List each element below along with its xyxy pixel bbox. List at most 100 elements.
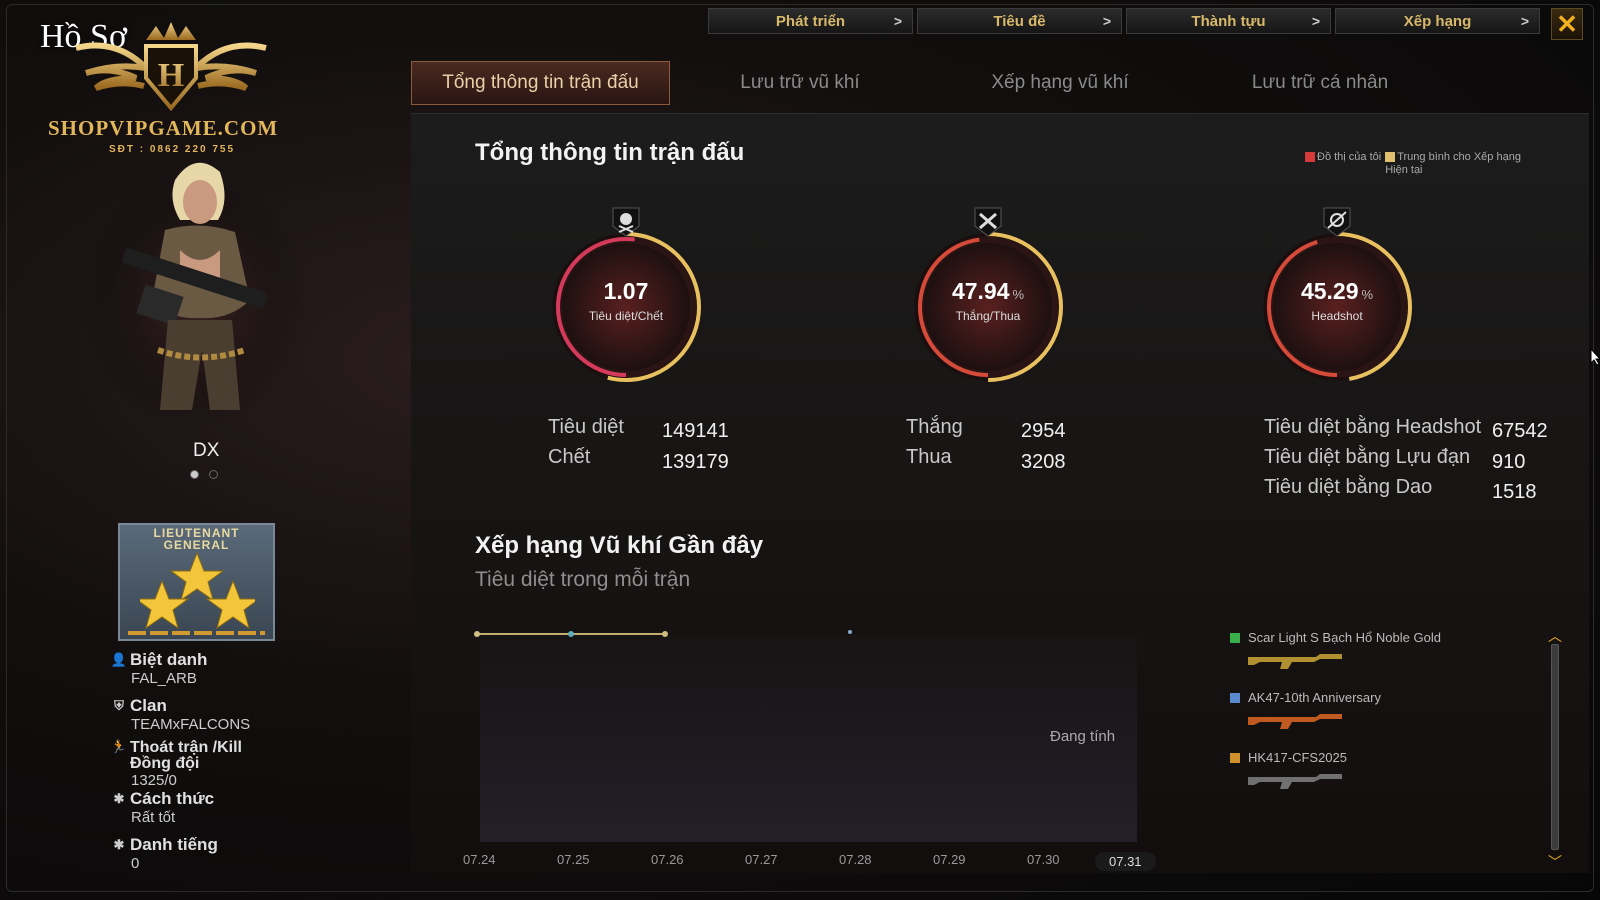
- chart-pending-text: Đang tính: [1050, 728, 1116, 745]
- scroll-up-icon[interactable]: ︿: [1548, 629, 1562, 643]
- quit-value: 1325/0: [131, 772, 177, 789]
- kd-ring-gauge: [551, 232, 701, 382]
- nickname-section: 👤 Biệt danh FAL_ARB: [110, 650, 208, 687]
- close-icon: ✕: [1556, 8, 1578, 39]
- wins-label: Thắng: [906, 416, 963, 438]
- quit-section: 🏃 Thoát trận /Kill Đồng đội 1325/0: [110, 739, 260, 789]
- knife-kills-value: 1518: [1492, 481, 1537, 503]
- rifle-icon: [1248, 714, 1342, 729]
- nav-develop-button[interactable]: Phát triển >: [708, 8, 913, 34]
- tab-personal-storage[interactable]: Lưu trữ cá nhân: [1215, 61, 1425, 105]
- crossed-guns-icon: [974, 207, 1002, 237]
- nickname-label: Biệt danh: [130, 650, 208, 669]
- tab-match-summary[interactable]: Tổng thông tin trận đấu: [411, 61, 670, 105]
- manner-label: Cách thức: [130, 789, 215, 808]
- fame-label: Danh tiếng: [130, 835, 218, 854]
- manner-value: Rất tốt: [131, 809, 176, 826]
- weapon-chart-subtitle: Tiêu diệt trong mỗi trận: [475, 568, 691, 591]
- scroll-down-icon[interactable]: ﹀: [1548, 855, 1562, 869]
- clan-section: ⛨ Clan TEAMxFALCONS: [112, 696, 250, 733]
- kills-value: 149141: [662, 420, 729, 442]
- losses-value: 3208: [1021, 451, 1066, 473]
- pager-dot-active[interactable]: [190, 470, 199, 479]
- nav-label: Tiêu đề: [993, 12, 1046, 30]
- manner-section: ✱ Cách thức Rất tốt: [112, 789, 215, 826]
- clan-label: Clan: [130, 696, 167, 715]
- chevron-right-icon: >: [1520, 13, 1529, 29]
- summary-title: Tổng thông tin trận đấu: [475, 139, 745, 166]
- weapon-color-swatch: [1230, 632, 1240, 643]
- close-button[interactable]: ✕: [1551, 8, 1583, 40]
- rifle-icon: [1248, 774, 1342, 789]
- nav-label: Xếp hạng: [1403, 12, 1472, 30]
- x-tick-label: 07.25: [557, 852, 590, 867]
- legend-swatch-mine: [1305, 152, 1315, 163]
- x-tick-label[interactable]: 07.31: [1095, 852, 1156, 871]
- weapon-item[interactable]: HK417-CFS2025: [1230, 750, 1441, 810]
- running-man-icon: 🏃: [110, 739, 128, 754]
- losses-label: Thua: [906, 446, 952, 468]
- clan-icon: ⛨: [114, 698, 124, 713]
- weapon-chart-area: [480, 634, 1137, 842]
- tab-label: Xếp hạng vũ khí: [991, 72, 1129, 93]
- weapon-item[interactable]: AK47-10th Anniversary: [1230, 690, 1441, 750]
- tab-label: Lưu trữ vũ khí: [740, 72, 860, 93]
- character-pager: [190, 470, 218, 479]
- winrate-ring: 47.94% Thắng/Thua: [903, 207, 1073, 392]
- rank-badge: LIEUTENANT GENERAL: [118, 523, 275, 641]
- weapon-list-scrollbar[interactable]: ︿ ﹀: [1548, 629, 1562, 869]
- x-tick-label: 07.26: [651, 852, 684, 867]
- weapon-chart-title: Xếp hạng Vũ khí Gần đây: [475, 532, 764, 559]
- headshot-unit: %: [1361, 287, 1374, 302]
- weapon-name: Scar Light S Bạch Hổ Noble Gold: [1248, 630, 1441, 645]
- headshot-icon: [1323, 207, 1351, 237]
- tab-label: Lưu trữ cá nhân: [1251, 72, 1389, 93]
- weapon-color-swatch: [1230, 752, 1240, 763]
- fame-section: ✱ Danh tiếng 0: [112, 835, 218, 872]
- chart-legend: Đồ thị của tôi Trung bình cho Xếp hạng H…: [1305, 151, 1530, 177]
- character-portrait: [80, 162, 310, 430]
- headshot-ring-gauge: [1262, 232, 1412, 382]
- kd-value: 1.07: [603, 278, 649, 304]
- x-tick-label: 07.27: [745, 852, 778, 867]
- x-tick-label: 07.30: [1027, 852, 1060, 867]
- weapon-item[interactable]: Scar Light S Bạch Hổ Noble Gold: [1230, 630, 1441, 690]
- weapon-name: HK417-CFS2025: [1248, 750, 1347, 765]
- deaths-value: 139179: [662, 451, 729, 473]
- grenade-kills-value: 910: [1492, 451, 1526, 473]
- clan-value: TEAMxFALCONS: [131, 716, 251, 733]
- weapon-color-swatch: [1230, 692, 1240, 703]
- tab-weapon-ranking[interactable]: Xếp hạng vũ khí: [960, 61, 1160, 105]
- kd-label: Tiêu diệt/Chết: [588, 309, 664, 323]
- mouse-cursor-icon: [1590, 348, 1600, 366]
- nav-label: Phát triển: [775, 12, 846, 30]
- rifle-icon: [1248, 654, 1342, 669]
- winrate-unit: %: [1012, 287, 1025, 302]
- nickname-value: FAL_ARB: [131, 670, 197, 687]
- deaths-label: Chết: [548, 446, 591, 468]
- winrate-value: 47.94: [951, 278, 1010, 304]
- x-tick-label: 07.28: [839, 852, 872, 867]
- tab-weapon-storage[interactable]: Lưu trữ vũ khí: [700, 61, 900, 105]
- skull-crossbones-icon: [612, 207, 640, 237]
- hs-kills-label: Tiêu diệt bằng Headshot: [1264, 416, 1482, 438]
- gear-icon: ✱: [113, 837, 125, 852]
- nav-ranking-button[interactable]: Xếp hạng >: [1335, 8, 1540, 34]
- nav-label: Thành tựu: [1191, 12, 1266, 30]
- site-brand: SHOPVIPGAME.COM: [48, 116, 279, 140]
- chevron-right-icon: >: [893, 13, 902, 29]
- pager-dot[interactable]: [209, 470, 218, 479]
- nav-achievement-button[interactable]: Thành tựu >: [1126, 8, 1331, 34]
- scroll-track[interactable]: [1551, 644, 1559, 850]
- three-stars-icon: [140, 551, 255, 629]
- top-nav: Phát triển > Tiêu đề > Thành tựu > Xếp hạng…: [708, 8, 1540, 34]
- nav-title-button[interactable]: Tiêu đề >: [917, 8, 1122, 34]
- grenade-kills-label: Tiêu diệt bằng Lựu đạn: [1264, 446, 1471, 468]
- quit-label: Thoát trận /Kill Đồng đội: [130, 739, 242, 772]
- legend-swatch-avg: [1385, 152, 1396, 163]
- headshot-label: Headshot: [1311, 309, 1363, 323]
- chevron-right-icon: >: [1102, 13, 1111, 29]
- x-tick-label: 07.29: [933, 852, 966, 867]
- x-tick-label: 07.24: [463, 852, 496, 867]
- user-icon: 👤: [110, 652, 128, 667]
